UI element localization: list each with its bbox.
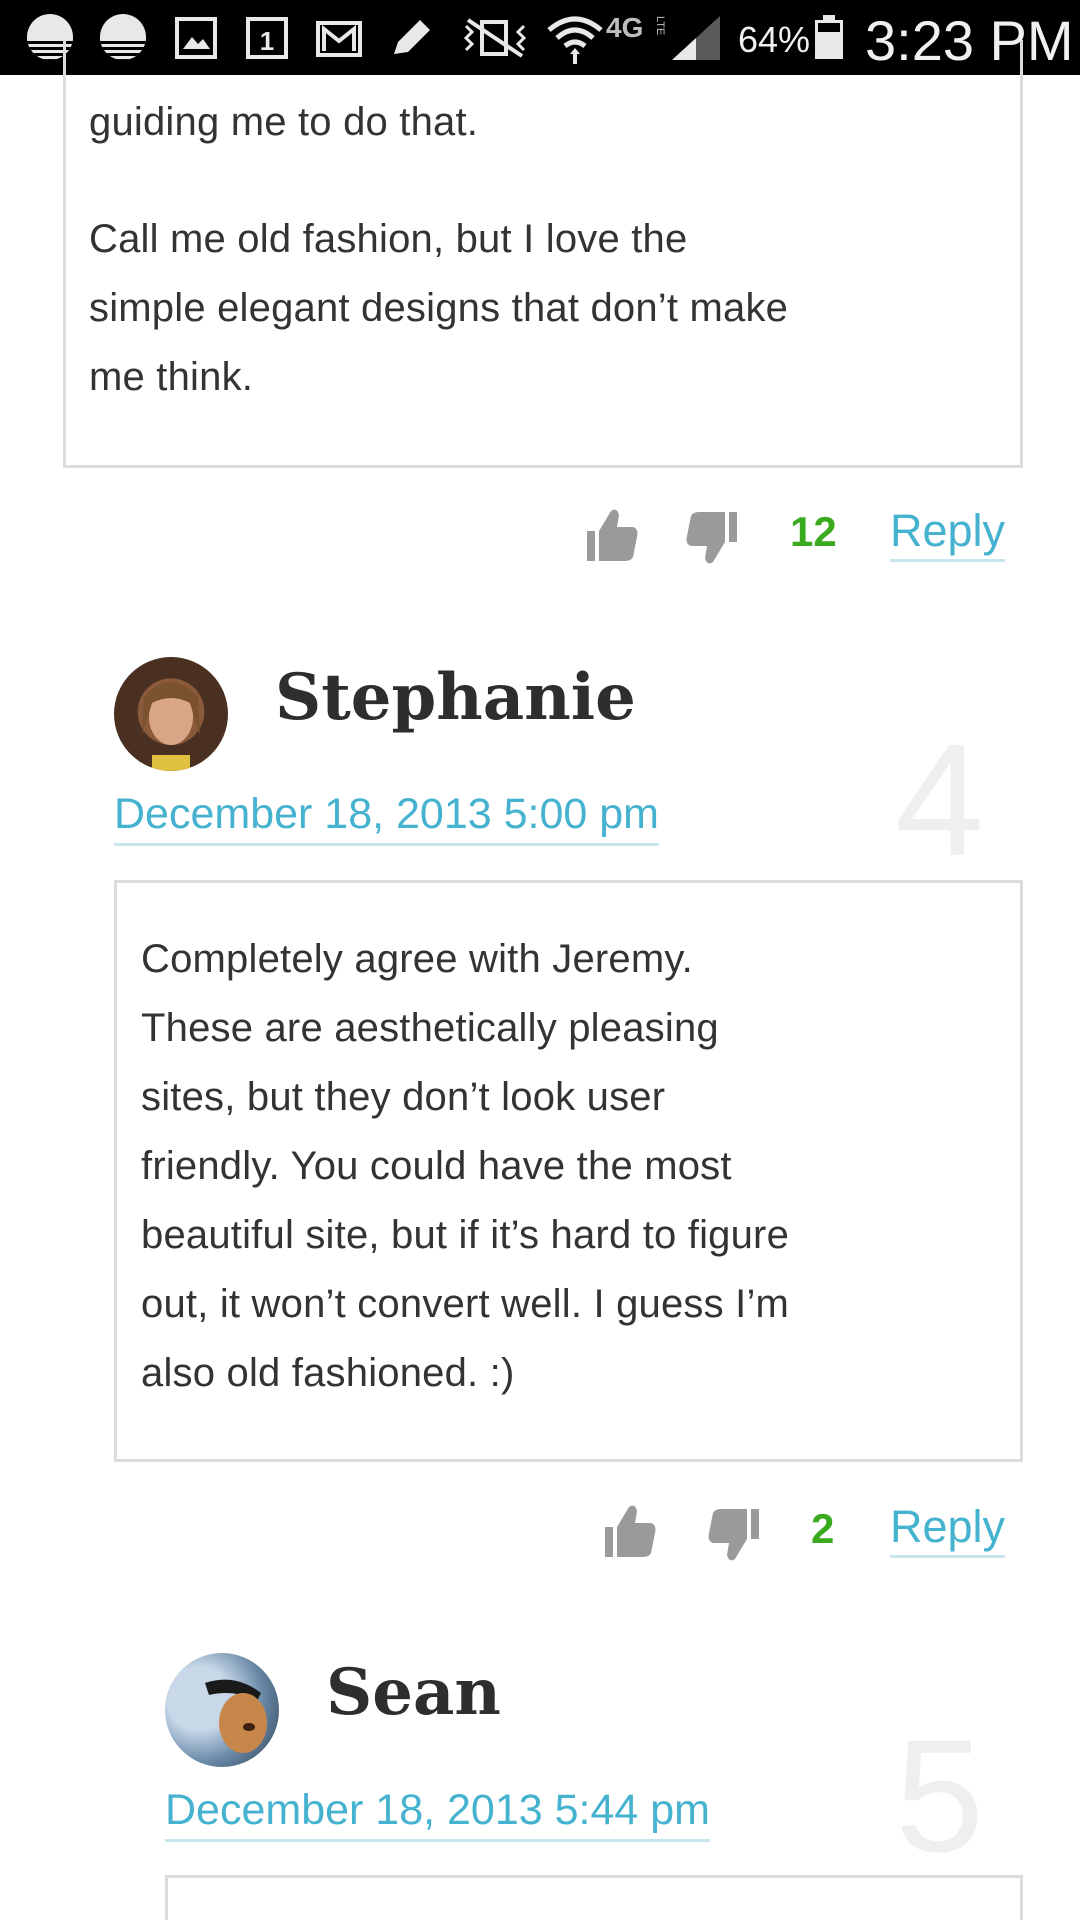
- comment-body-box: [165, 1875, 1023, 1920]
- comment-text-line: Completely agree with Jeremy.: [141, 937, 693, 981]
- avatar: [114, 657, 228, 771]
- comment-text-line: guiding me to do that.: [89, 100, 479, 144]
- reply-link[interactable]: Reply: [890, 505, 1006, 562]
- vote-count: 2: [811, 1505, 835, 1552]
- comment-text-line: out, it won’t convert well. I guess I’m: [141, 1282, 790, 1326]
- comment-number: 4: [895, 710, 984, 889]
- comment-author[interactable]: Stephanie: [275, 660, 636, 735]
- thumbs-up-icon[interactable]: [583, 505, 641, 570]
- comment-date-link[interactable]: December 18, 2013 5:00 pm: [114, 790, 659, 846]
- comment-text-line: simple elegant designs that don’t make: [89, 286, 789, 330]
- comment-author[interactable]: Sean: [326, 1655, 501, 1730]
- comment-number: 5: [895, 1706, 984, 1885]
- comment-text-line: also old fashioned. :): [141, 1351, 515, 1395]
- reply-link[interactable]: Reply: [890, 1501, 1006, 1558]
- thumbs-down-icon[interactable]: [683, 508, 741, 573]
- thumbs-up-icon[interactable]: [601, 1501, 659, 1566]
- vote-count: 12: [790, 508, 837, 555]
- comment-date-link[interactable]: December 18, 2013 5:44 pm: [165, 1786, 710, 1842]
- network-subtype-label: LTE: [654, 16, 666, 36]
- thumbs-down-icon[interactable]: [705, 1505, 763, 1570]
- comment-text-line: sites, but they don’t look user: [141, 1075, 666, 1119]
- avatar: [165, 1653, 279, 1767]
- comment-text-line: friendly. You could have the most: [141, 1144, 732, 1188]
- comment-text-line: beautiful site, but if it’s hard to figu…: [141, 1213, 790, 1257]
- comment-text-line: These are aesthetically pleasing: [141, 1006, 719, 1050]
- comment-text-line: me think.: [89, 355, 254, 399]
- comment-text-line: Call me old fashion, but I love the: [89, 217, 688, 261]
